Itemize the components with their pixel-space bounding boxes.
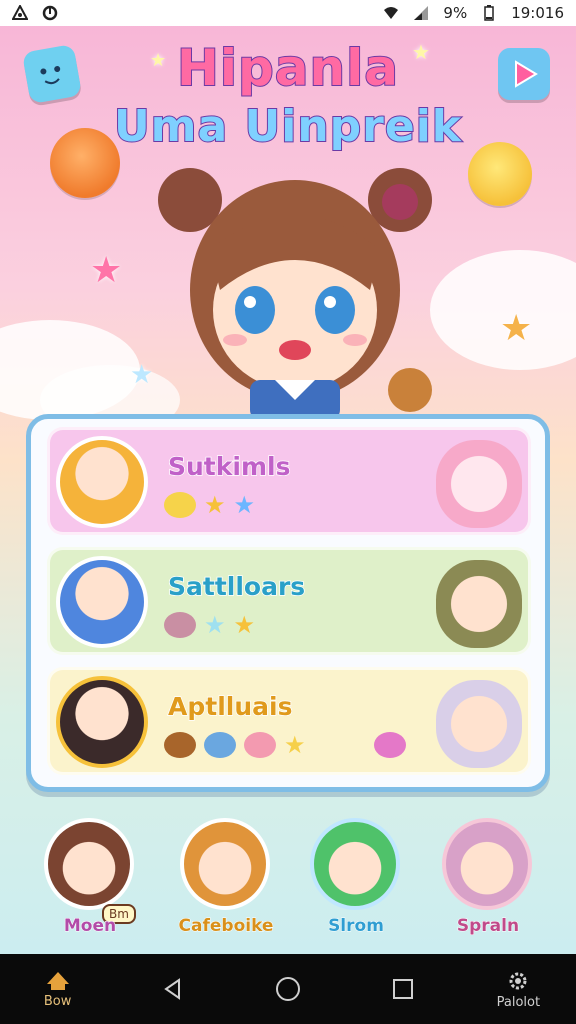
character-name: Moen [63, 916, 117, 937]
wifi-icon [384, 7, 399, 19]
title-line-1: Hipanla [176, 39, 399, 97]
character-cafeboike[interactable]: Cafeboike [170, 818, 282, 938]
settings-label: Palolot [496, 994, 541, 1010]
side-character [436, 440, 522, 528]
navigation-bar: Bow Palolot [0, 954, 576, 1024]
home-label: Bow [43, 993, 72, 1009]
side-character [436, 560, 522, 648]
character-slrom[interactable]: Slrom [300, 818, 412, 938]
star-icon: ★ [233, 611, 256, 639]
home-icon [46, 971, 69, 990]
fish-item-icon [204, 732, 236, 758]
battery-icon [484, 5, 494, 21]
settings-button[interactable]: Palolot [483, 959, 553, 1019]
gear-icon [509, 972, 527, 989]
reward-items: ★ [164, 732, 406, 758]
reward-items: ★ ★ [164, 612, 255, 638]
battery-percent: 9% [443, 4, 468, 22]
hero-character [158, 168, 432, 420]
avatar [56, 436, 148, 528]
recents-button[interactable] [368, 959, 438, 1019]
signal-icon [414, 6, 429, 20]
shell-item-icon [164, 612, 196, 638]
reward-items: ★ ★ [164, 492, 255, 518]
game-title: Hipanla Uma Uinpreik [0, 39, 576, 153]
character-face [44, 818, 134, 910]
circle-home-icon [275, 977, 300, 1001]
list-item-label: Aptlluais [167, 691, 293, 722]
recents-icon [393, 979, 414, 999]
character-moen[interactable]: Bm Moen [34, 818, 146, 938]
status-bar: 9% 19:016 [0, 0, 576, 26]
app-notification-icon [12, 5, 28, 20]
character-name: Slrom [328, 916, 385, 937]
list-item-label: Sutkimls [167, 451, 291, 482]
chick-item-icon [164, 492, 196, 518]
star-icon: ★ [284, 731, 306, 759]
star-icon: ★ [90, 250, 123, 291]
home-button[interactable]: Bow [23, 959, 93, 1019]
list-item-sutkimls[interactable]: Sutkimls ★ ★ [47, 427, 531, 535]
avatar [56, 676, 148, 768]
side-character [436, 680, 522, 768]
character-name: Cafeboike [178, 916, 274, 937]
home-circle-button[interactable] [253, 959, 323, 1019]
character-face [442, 818, 532, 910]
flower-item-icon [373, 732, 406, 758]
category-panel: Sutkimls ★ ★ Sattlloars ★ ★ Aptlluais ★ [26, 414, 550, 792]
star-icon: ★ [233, 491, 256, 519]
character-face [180, 818, 270, 910]
star-icon: ★ [204, 611, 226, 639]
back-icon [164, 978, 180, 1000]
back-button[interactable] [138, 959, 208, 1019]
character-selector: Bm Moen Cafeboike Slrom Spraln [0, 808, 576, 948]
character-face [310, 818, 400, 910]
list-item-aptlluais[interactable]: Aptlluais ★ [47, 667, 531, 775]
star-icon: ★ [500, 308, 533, 349]
pig-item-icon [244, 732, 276, 758]
bear-item-icon [164, 732, 196, 758]
character-name: Spraln [456, 916, 520, 937]
list-item-sattlloars[interactable]: Sattlloars ★ ★ [47, 547, 531, 655]
avatar [56, 556, 148, 648]
sync-icon [42, 5, 58, 21]
star-icon: ★ [204, 491, 226, 519]
character-spraln[interactable]: Spraln [432, 818, 544, 938]
clock: 19:016 [511, 4, 564, 22]
list-item-label: Sattlloars [167, 571, 306, 602]
